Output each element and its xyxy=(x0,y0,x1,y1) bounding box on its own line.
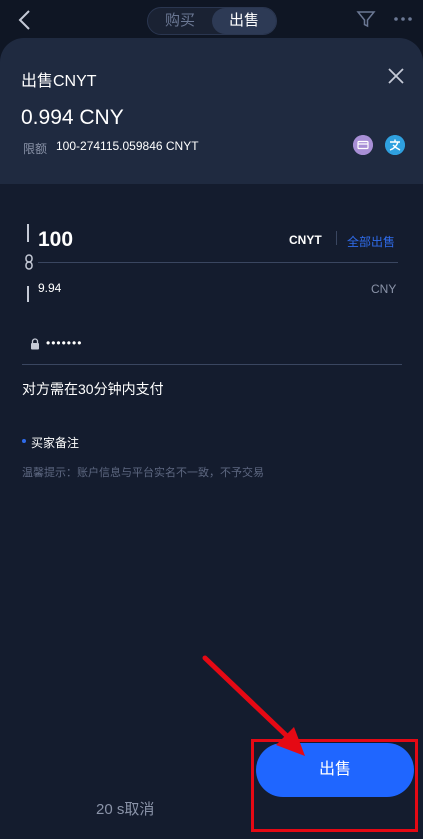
divider xyxy=(336,231,337,245)
bank-card-icon xyxy=(353,135,373,155)
back-icon[interactable] xyxy=(14,8,38,32)
limit-label: 限额 xyxy=(23,142,48,156)
fund-password-input[interactable]: ••••••• xyxy=(46,336,82,350)
total-bar xyxy=(27,286,29,302)
limit-value: 100-274115.059846 CNYT xyxy=(56,139,199,153)
total-unit: CNY xyxy=(371,282,397,296)
top-bar: 购买 出售 xyxy=(0,0,423,40)
sell-all-link[interactable]: 全部出售 xyxy=(347,233,395,250)
more-icon[interactable] xyxy=(392,9,414,29)
close-icon[interactable] xyxy=(385,65,407,87)
buy-sell-switch: 购买 出售 xyxy=(147,7,277,35)
total-input[interactable]: 9.94 xyxy=(38,281,61,295)
cancel-countdown-button[interactable]: 20 s取消 xyxy=(96,798,154,819)
divider xyxy=(22,364,402,365)
payment-time-note: 对方需在30分钟内支付 xyxy=(22,381,164,397)
highlight-box xyxy=(251,739,418,832)
tab-buy[interactable]: 购买 xyxy=(148,8,212,34)
quantity-bar xyxy=(27,224,29,242)
link-icon xyxy=(25,254,33,270)
alipay-icon xyxy=(385,135,405,155)
lock-icon xyxy=(31,338,39,350)
sheet-header: 出售CNYT 0.994 CNY 限额 100-274115.059846 CN… xyxy=(0,38,423,184)
divider xyxy=(38,262,398,263)
unit-price: 0.994 CNY xyxy=(21,106,124,129)
sell-sheet: 出售CNYT 0.994 CNY 限额 100-274115.059846 CN… xyxy=(0,38,423,839)
bullet-dot xyxy=(22,439,26,443)
tab-sell[interactable]: 出售 xyxy=(212,8,276,34)
buyer-remark-label: 买家备注 xyxy=(31,436,80,450)
quantity-unit: CNYT xyxy=(289,233,322,247)
sheet-title: 出售CNYT xyxy=(21,73,97,90)
quantity-input[interactable]: 100 xyxy=(38,228,73,252)
filter-icon[interactable] xyxy=(356,9,376,29)
warning-tip: 温馨提示：账户信息与平台实名不一致，不予交易 xyxy=(22,467,264,479)
